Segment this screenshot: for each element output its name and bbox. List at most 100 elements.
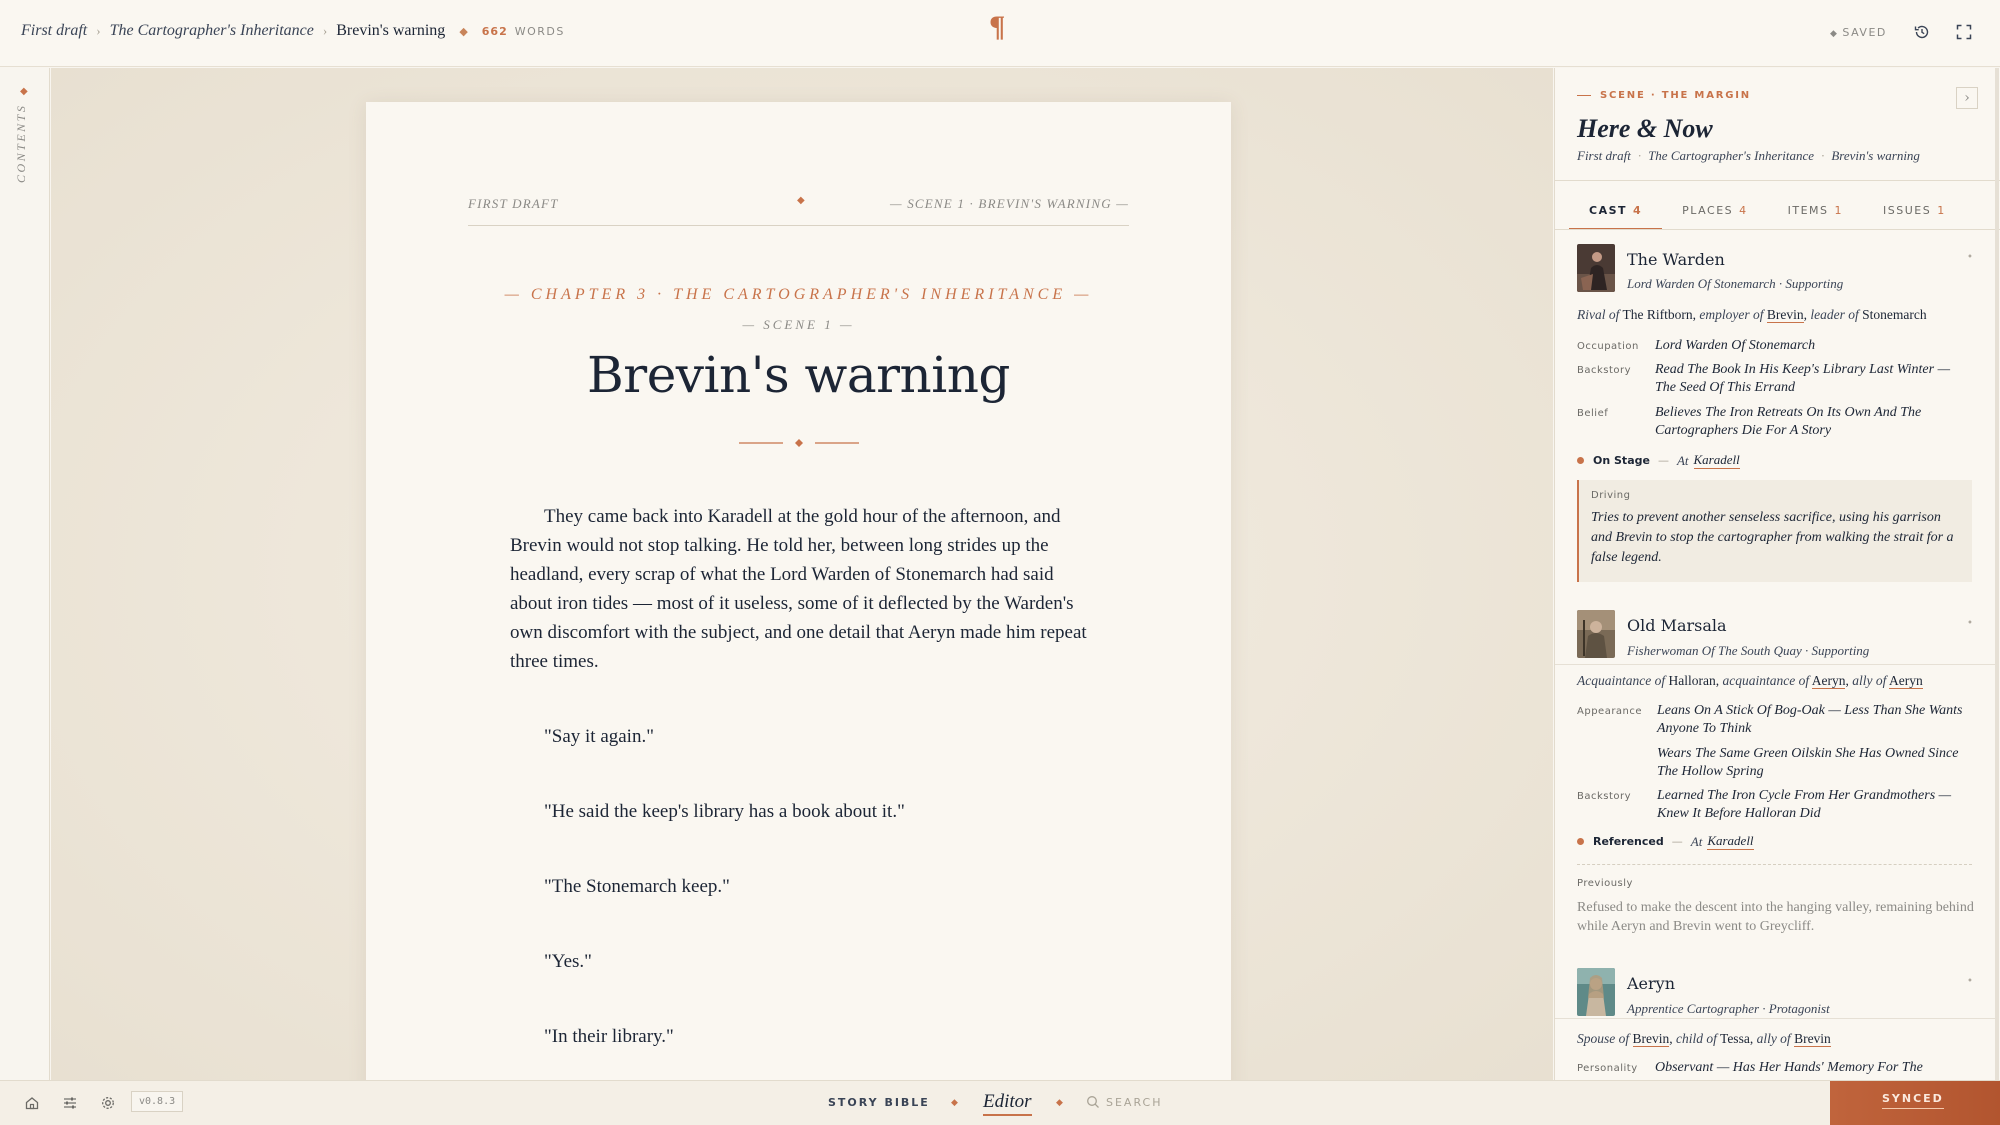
cast-role: Fisherwoman Of The South Quay · Supporti… — [1627, 643, 1870, 658]
relation-type: Spouse of — [1577, 1031, 1630, 1046]
search-button[interactable]: SEARCH — [1086, 1095, 1163, 1109]
cast-card-aeryn[interactable]: Aeryn Apprentice Cartographer · Protagon… — [1555, 954, 1995, 1080]
panel-breadcrumb: First draft · The Cartographer's Inheritan… — [1577, 148, 1920, 164]
panel-crumb-draft[interactable]: First draft — [1577, 148, 1631, 163]
tab-label: ISSUES — [1883, 204, 1932, 217]
fullscreen-icon[interactable] — [1955, 23, 1973, 41]
relation-comma: , — [1692, 307, 1697, 322]
divider — [1555, 180, 2000, 181]
tab-label: ITEMS — [1787, 204, 1829, 217]
stage-status: Referenced — At Karadell — [1577, 833, 1754, 850]
relations: Spouse of Brevin, child of Tessa, ally o… — [1577, 1031, 1831, 1047]
diamond-icon: ◆ — [20, 86, 28, 97]
cast-name[interactable]: Aeryn — [1627, 974, 1675, 993]
breadcrumb-chapter[interactable]: The Cartographer's Inheritance — [110, 22, 314, 40]
driving-note: Driving Tries to prevent another sensele… — [1577, 480, 1972, 582]
relation-target[interactable]: The Riftborn — [1623, 307, 1693, 322]
cast-role: Apprentice Cartographer · Protagonist — [1627, 1001, 1830, 1016]
card-menu-icon[interactable]: • — [1967, 976, 1973, 987]
relation-comma: , — [1669, 1031, 1673, 1046]
panel-tabs: CAST 4 PLACES 4 ITEMS 1 ISSUES 1 — [1569, 196, 1999, 230]
place-link[interactable]: Karadell — [1693, 452, 1740, 469]
card-menu-icon[interactable]: • — [1967, 252, 1973, 263]
field-value[interactable]: Believes The Iron Retreats On Its Own An… — [1655, 404, 1965, 440]
bottom-bar: v0.8.3 STORY BIBLE ◆ Editor ◆ SEARCH SYN… — [0, 1080, 2000, 1125]
relation-link[interactable]: Brevin — [1632, 1031, 1670, 1047]
ornament-divider-icon — [739, 439, 859, 447]
relation-type: Acquaintance of — [1577, 673, 1666, 688]
editor-tab[interactable]: Editor — [983, 1091, 1032, 1116]
tab-count: 1 — [1937, 204, 1946, 217]
panel-crumb-scene[interactable]: Brevin's warning — [1831, 148, 1920, 163]
paragraph[interactable]: "He said the keep's library has a book a… — [510, 797, 1090, 826]
field-label: Belief — [1577, 408, 1609, 419]
relation-type: Rival of — [1577, 307, 1620, 322]
card-menu-icon[interactable]: • — [1967, 618, 1973, 629]
diamond-icon: ◆ — [951, 1098, 958, 1108]
field-value[interactable]: Leans On A Stick Of Bog-Oak — Less Than … — [1657, 702, 1967, 738]
story-bible-tab[interactable]: STORY BIBLE — [828, 1096, 930, 1109]
previously-rule — [1577, 864, 1972, 865]
panel-crumb-chapter[interactable]: The Cartographer's Inheritance — [1648, 148, 1814, 163]
sync-status-label: SYNCED — [1882, 1092, 1944, 1109]
chevron-right-icon[interactable]: › — [1956, 87, 1978, 109]
status-at: At — [1690, 833, 1703, 849]
avatar — [1577, 968, 1615, 1016]
panel-kicker-label: SCENE · THE MARGIN — [1600, 90, 1751, 101]
breadcrumb-draft[interactable]: First draft — [21, 22, 87, 40]
tab-items[interactable]: ITEMS 1 — [1768, 196, 1863, 230]
place-link[interactable]: Karadell — [1707, 833, 1754, 850]
diamond-icon: ◆ — [1056, 1098, 1063, 1108]
relation-target[interactable]: Stonemarch — [1862, 307, 1926, 322]
panel-scrollbar[interactable] — [1995, 68, 1999, 1080]
tab-cast[interactable]: CAST 4 — [1569, 196, 1663, 230]
field-label: Backstory — [1577, 791, 1632, 802]
driving-text[interactable]: Tries to prevent another senseless sacri… — [1591, 508, 1961, 568]
avatar — [1577, 610, 1615, 658]
contents-rail[interactable]: ◆ CONTENTS — [0, 68, 50, 1080]
search-icon — [1087, 1096, 1099, 1108]
field-value[interactable]: Read The Book In His Keep's Library Last… — [1655, 361, 1965, 397]
field-value[interactable]: Learned The Iron Cycle From Her Grandmot… — [1657, 787, 1967, 823]
tab-places[interactable]: PLACES 4 — [1662, 196, 1767, 230]
cast-name[interactable]: Old Marsala — [1627, 616, 1727, 635]
word-count-label: WORDS — [514, 24, 565, 38]
gear-icon[interactable] — [100, 1095, 116, 1111]
stage-status: On Stage — At Karadell — [1577, 452, 1740, 469]
cast-name[interactable]: The Warden — [1627, 250, 1725, 269]
relation-link[interactable]: Brevin — [1794, 1031, 1831, 1047]
history-icon[interactable] — [1913, 23, 1931, 41]
relation-type: ally of — [1756, 1031, 1791, 1046]
tab-count: 4 — [1633, 204, 1643, 217]
field-value[interactable]: Wears The Same Green Oilskin She Has Own… — [1657, 745, 1967, 781]
tab-label: CAST — [1589, 204, 1628, 217]
home-icon[interactable] — [24, 1095, 40, 1111]
paragraph[interactable]: "Yes." — [510, 947, 1090, 976]
paragraph[interactable]: "In their library." — [510, 1022, 1090, 1051]
dash-separator: — — [1657, 454, 1669, 467]
relation-link[interactable]: Brevin — [1766, 307, 1804, 323]
sliders-icon[interactable] — [62, 1095, 78, 1111]
paragraph[interactable]: "Say it again." — [510, 722, 1090, 751]
diamond-icon: ◆ — [1830, 29, 1839, 39]
tab-count: 4 — [1739, 204, 1748, 217]
manuscript-text[interactable]: They came back into Karadell at the gold… — [510, 502, 1090, 1080]
scene-title[interactable]: Brevin's warning — [366, 346, 1231, 404]
field-value[interactable]: Observant — Has Her Hands' Memory For Th… — [1655, 1059, 1985, 1077]
pilcrow-logo-icon: ¶ — [990, 10, 1005, 43]
contents-label[interactable]: CONTENTS — [14, 104, 29, 194]
status-dot-icon — [1577, 457, 1584, 464]
sync-status-button[interactable]: SYNCED — [1830, 1081, 2000, 1125]
paragraph[interactable]: They came back into Karadell at the gold… — [510, 502, 1090, 676]
status-label: Referenced — [1593, 835, 1664, 848]
dash-decoration — [1577, 94, 1591, 96]
paragraph[interactable]: "The Stonemarch keep." — [510, 872, 1090, 901]
relation-target[interactable]: Halloran — [1668, 673, 1715, 688]
field-value[interactable]: Lord Warden Of Stonemarch — [1655, 337, 1965, 355]
manuscript-page[interactable]: FIRST DRAFT ◆ — SCENE 1 · BREVIN'S WARNI… — [366, 102, 1231, 1080]
relation-link[interactable]: Aeryn — [1888, 673, 1923, 689]
status-dot-icon — [1577, 838, 1584, 845]
relation-target[interactable]: Tessa — [1720, 1031, 1750, 1046]
tab-issues[interactable]: ISSUES 1 — [1863, 196, 1966, 230]
relation-link[interactable]: Aeryn — [1811, 673, 1846, 689]
